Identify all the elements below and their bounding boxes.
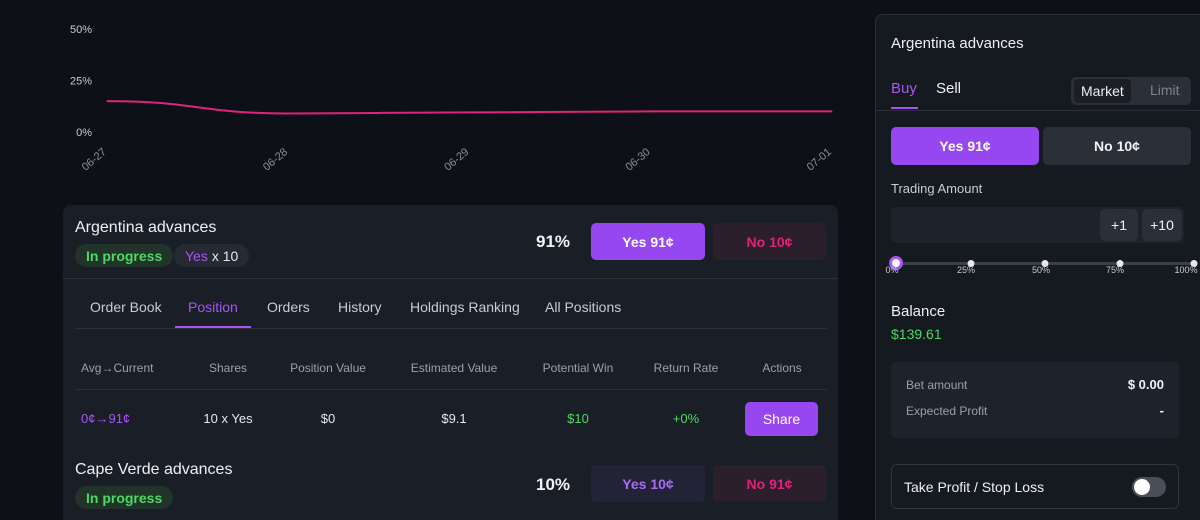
y-tick-label: 0%: [76, 127, 92, 139]
bet-amount-label: Bet amount: [906, 378, 968, 392]
cell-avg-current: 0¢→91¢: [81, 411, 131, 426]
col-potential-win: Potential Win: [542, 361, 614, 375]
expected-profit-label: Expected Profit: [906, 404, 988, 418]
x-tick-label: 06-29: [442, 146, 471, 173]
plus-1-button[interactable]: +1: [1100, 209, 1138, 241]
balance-value: $139.61: [891, 326, 942, 342]
no-button[interactable]: No 10¢: [713, 223, 826, 260]
tab-buy[interactable]: Buy: [891, 80, 917, 97]
tpsl-row: Take Profit / Stop Loss: [891, 464, 1179, 509]
slider-label-75: 75%: [1105, 265, 1125, 275]
cell-estimated-value: $9.1: [441, 411, 467, 426]
amount-input[interactable]: [891, 207, 1091, 243]
market2-no-button[interactable]: No 91¢: [713, 465, 826, 502]
data-point: [831, 110, 833, 112]
tab-order-book[interactable]: Order Book: [90, 299, 162, 315]
x-tick-label: 06-28: [261, 146, 290, 173]
position-tabs: Order Book Position Orders History Holdi…: [75, 293, 827, 333]
holding-side: Yes: [185, 247, 208, 264]
market-title: Argentina advances: [75, 219, 217, 236]
plus-10-button[interactable]: +10: [1142, 209, 1182, 241]
toggle-knob: [1134, 479, 1150, 495]
tabs-divider: [75, 328, 827, 329]
tab-position[interactable]: Position: [188, 299, 238, 315]
tab-holdings-ranking[interactable]: Holdings Ranking: [410, 299, 520, 315]
trade-no-button[interactable]: No 10¢: [1043, 127, 1191, 165]
data-point: [650, 110, 652, 112]
yes-button[interactable]: Yes 91¢: [591, 223, 705, 260]
tab-history[interactable]: History: [338, 299, 382, 315]
market2-yes-button[interactable]: Yes 10¢: [591, 465, 705, 502]
position-panel: Argentina advances In progress Yes x 10 …: [63, 205, 838, 520]
cell-shares: 10 x Yes: [203, 411, 253, 426]
y-tick-label: 50%: [70, 24, 92, 36]
trading-amount-label: Trading Amount: [891, 181, 983, 196]
col-actions: Actions: [762, 361, 802, 375]
card-divider: [63, 278, 838, 279]
market-percent: 91%: [536, 232, 571, 251]
x-tick-label: 06-30: [623, 146, 652, 173]
tab-all-positions[interactable]: All Positions: [545, 299, 621, 315]
market2-title: Cape Verde advances: [75, 461, 233, 478]
market2-percent: 10%: [536, 475, 571, 494]
bet-amount-value: $ 0.00: [1127, 377, 1164, 392]
market-order-option[interactable]: Market: [1074, 79, 1131, 103]
market2-status-badge: In progress: [75, 486, 174, 509]
amount-input-box: +1 +10: [891, 207, 1184, 243]
x-tick-label: 07-01: [805, 146, 834, 173]
status-badge: In progress: [75, 244, 174, 267]
series-line: [106, 100, 832, 115]
col-estimated-value: Estimated Value: [410, 361, 498, 375]
tab-orders[interactable]: Orders: [267, 299, 310, 315]
expected-profit-value: -: [1159, 403, 1164, 418]
trade-panel-divider: [876, 110, 1200, 111]
col-avg-current: Avg→Current: [81, 361, 154, 375]
limit-order-option[interactable]: Limit: [1150, 82, 1180, 98]
trade-panel: Argentina advances Buy Sell Market Limit…: [875, 14, 1200, 520]
holding-badge: Yes x 10: [174, 244, 250, 267]
col-shares: Shares: [208, 361, 248, 375]
slider-label-50: 50%: [1031, 265, 1051, 275]
tpsl-label: Take Profit / Stop Loss: [904, 479, 1045, 495]
data-point: [106, 100, 108, 102]
slider-label-0: 0%: [885, 265, 899, 275]
trade-panel-title: Argentina advances: [891, 35, 1024, 52]
cell-potential-win: $10: [567, 411, 589, 426]
y-tick-label: 25%: [70, 76, 92, 88]
cell-position-value: $0: [320, 411, 336, 426]
order-type-toggle: Market Limit: [1071, 77, 1191, 105]
probability-chart: 50% 25% 0% 06-27 06-28 06-29 06-30 07-01: [70, 24, 834, 173]
order-summary: Bet amount $ 0.00 Expected Profit -: [891, 362, 1179, 438]
col-return-rate: Return Rate: [653, 361, 719, 375]
balance-label: Balance: [891, 303, 946, 320]
tpsl-toggle[interactable]: [1132, 477, 1166, 497]
buy-tab-underline: [891, 107, 918, 109]
share-button[interactable]: Share: [745, 402, 818, 436]
cell-return-rate: +0%: [672, 411, 700, 426]
slider-label-100: 100%: [1174, 265, 1198, 275]
x-tick-label: 06-27: [80, 146, 109, 173]
trade-yes-button[interactable]: Yes 91¢: [891, 127, 1039, 165]
tab-sell[interactable]: Sell: [936, 80, 961, 97]
col-position-value: Position Value: [290, 361, 366, 375]
data-point: [287, 112, 289, 114]
slider-label-25: 25%: [956, 265, 976, 275]
table-header-divider: [75, 389, 827, 390]
holding-qty: x 10: [211, 247, 239, 264]
data-point: [469, 111, 470, 113]
